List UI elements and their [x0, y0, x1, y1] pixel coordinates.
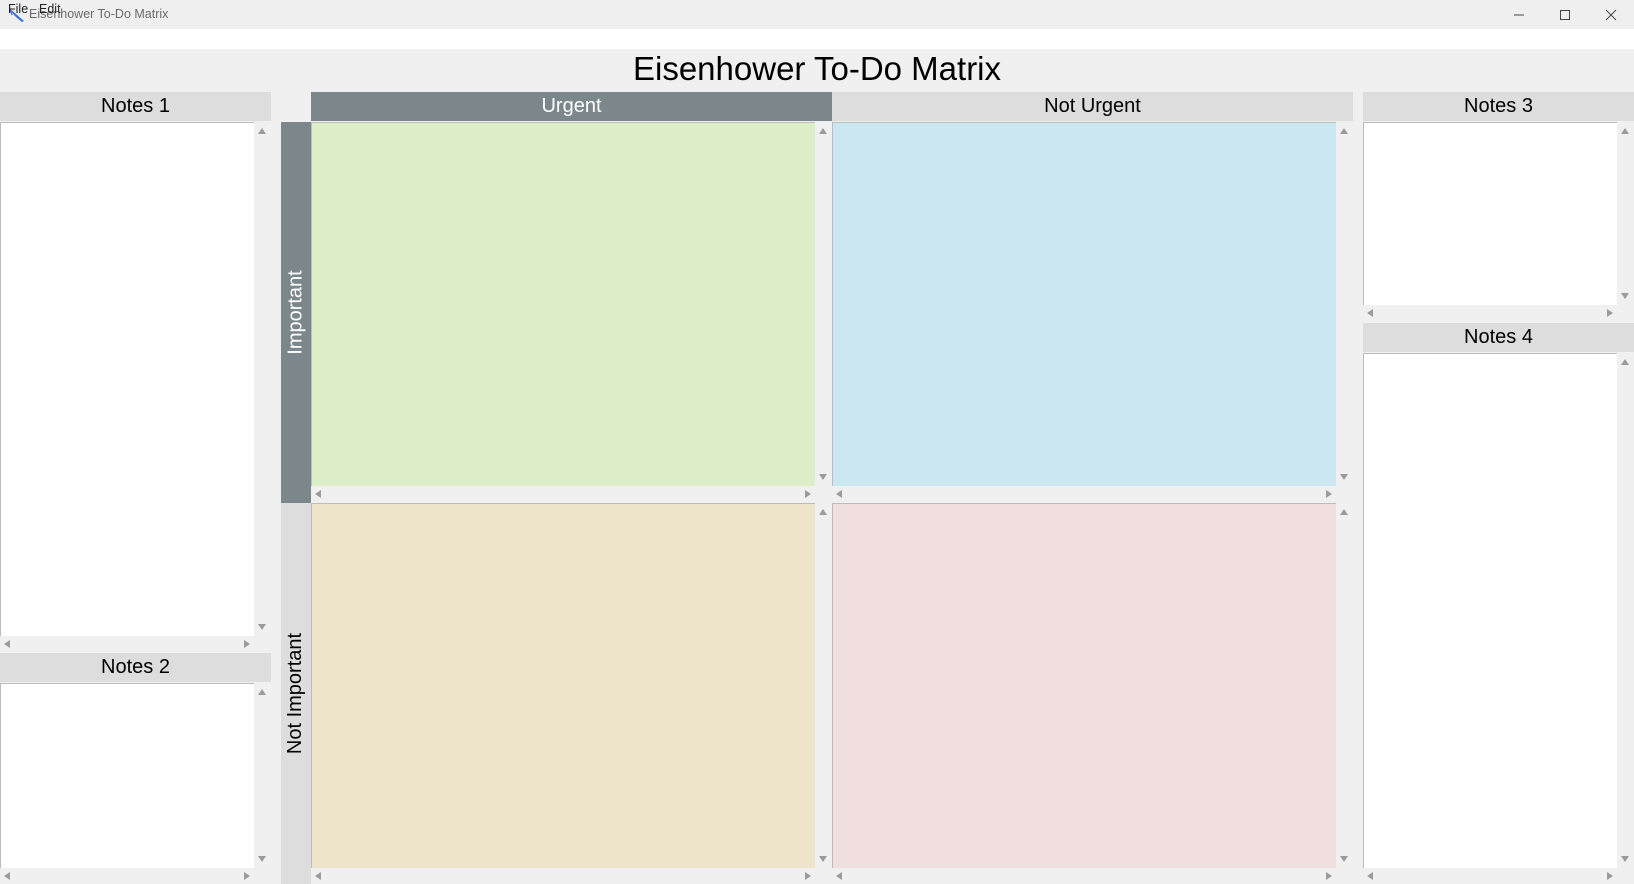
menu-edit[interactable]: Edit: [39, 2, 61, 16]
quadrant-urgent-not-important[interactable]: [311, 503, 815, 868]
scroll-up-icon[interactable]: [258, 689, 266, 695]
scroll-right-icon[interactable]: [805, 872, 811, 880]
notes-4-hscrollbar[interactable]: [1363, 868, 1617, 884]
notes-3-vscrollbar[interactable]: [1617, 122, 1634, 305]
row-label-not-important-text: Not Important: [284, 632, 307, 755]
notes-4-vscrollbar[interactable]: [1617, 353, 1634, 868]
scroll-left-icon[interactable]: [1367, 872, 1373, 880]
scroll-down-icon[interactable]: [1621, 293, 1629, 299]
quadrant-urgent-important-hscrollbar[interactable]: [311, 486, 815, 502]
quadrant-urgent-important-vscrollbar[interactable]: [815, 122, 832, 486]
notes-4-header: Notes 4: [1363, 323, 1634, 352]
notes-3-textarea[interactable]: [1363, 122, 1617, 305]
notes-2-header: Notes 2: [0, 653, 271, 682]
scroll-right-icon[interactable]: [1326, 872, 1332, 880]
scroll-up-icon[interactable]: [258, 128, 266, 134]
scroll-left-icon[interactable]: [4, 640, 10, 648]
scroll-left-icon[interactable]: [315, 872, 321, 880]
notes-3-hscrollbar[interactable]: [1363, 305, 1617, 321]
page-title: Eisenhower To-Do Matrix: [632, 50, 1002, 87]
notes-1-vscrollbar[interactable]: [254, 122, 271, 636]
quadrant-not-urgent-not-important-hscrollbar[interactable]: [832, 868, 1336, 884]
scroll-up-icon[interactable]: [819, 509, 827, 515]
scroll-up-icon[interactable]: [1621, 359, 1629, 365]
quadrant-urgent-not-important-vscrollbar[interactable]: [815, 503, 832, 868]
row-label-important: Important: [281, 122, 311, 503]
scroll-up-icon[interactable]: [1621, 128, 1629, 134]
scroll-right-icon[interactable]: [244, 872, 250, 880]
scroll-down-icon[interactable]: [819, 474, 827, 480]
maximize-icon: [1560, 9, 1570, 20]
scroll-left-icon[interactable]: [4, 872, 10, 880]
scroll-right-icon[interactable]: [805, 490, 811, 498]
notes-1-header: Notes 1: [0, 92, 271, 121]
menu-file[interactable]: File: [8, 2, 28, 16]
scroll-down-icon[interactable]: [258, 856, 266, 862]
scroll-left-icon[interactable]: [836, 872, 842, 880]
scroll-down-icon[interactable]: [819, 856, 827, 862]
quadrant-not-urgent-important-vscrollbar[interactable]: [1336, 122, 1353, 486]
minimize-button[interactable]: [1496, 0, 1542, 29]
scroll-down-icon[interactable]: [1621, 856, 1629, 862]
scroll-left-icon[interactable]: [836, 490, 842, 498]
quadrant-urgent-not-important-hscrollbar[interactable]: [311, 868, 815, 884]
scroll-right-icon[interactable]: [244, 640, 250, 648]
quadrant-not-urgent-important[interactable]: [832, 122, 1336, 486]
notes-2-textarea[interactable]: [0, 683, 254, 868]
title-bar: [0, 0, 1634, 29]
scroll-down-icon[interactable]: [258, 624, 266, 630]
scroll-left-icon[interactable]: [315, 490, 321, 498]
row-label-important-text: Important: [284, 270, 307, 355]
scroll-up-icon[interactable]: [819, 128, 827, 134]
scroll-down-icon[interactable]: [1340, 474, 1348, 480]
notes-2-vscrollbar[interactable]: [254, 683, 271, 868]
notes-1-hscrollbar[interactable]: [0, 636, 254, 652]
row-label-not-important: Not Important: [281, 503, 311, 884]
maximize-button[interactable]: [1542, 0, 1588, 29]
notes-3-header: Notes 3: [1363, 92, 1634, 121]
close-button[interactable]: [1588, 0, 1634, 29]
scroll-right-icon[interactable]: [1607, 872, 1613, 880]
notes-4-textarea[interactable]: [1363, 353, 1617, 868]
column-header-urgent: Urgent: [311, 92, 832, 121]
quadrant-not-urgent-not-important-vscrollbar[interactable]: [1336, 503, 1353, 868]
close-icon: [1605, 9, 1617, 20]
notes-2-hscrollbar[interactable]: [0, 868, 254, 884]
minimize-icon: [1514, 14, 1524, 15]
scroll-left-icon[interactable]: [1367, 309, 1373, 317]
scroll-up-icon[interactable]: [1340, 128, 1348, 134]
quadrant-not-urgent-important-hscrollbar[interactable]: [832, 486, 1336, 502]
notes-1-textarea[interactable]: [0, 122, 254, 636]
scroll-down-icon[interactable]: [1340, 856, 1348, 862]
column-header-not-urgent: Not Urgent: [832, 92, 1353, 121]
scroll-up-icon[interactable]: [1340, 509, 1348, 515]
menu-bar: [0, 29, 1634, 49]
scroll-right-icon[interactable]: [1326, 490, 1332, 498]
scroll-right-icon[interactable]: [1607, 309, 1613, 317]
quadrant-urgent-important[interactable]: [311, 122, 815, 486]
quadrant-not-urgent-not-important[interactable]: [832, 503, 1336, 868]
